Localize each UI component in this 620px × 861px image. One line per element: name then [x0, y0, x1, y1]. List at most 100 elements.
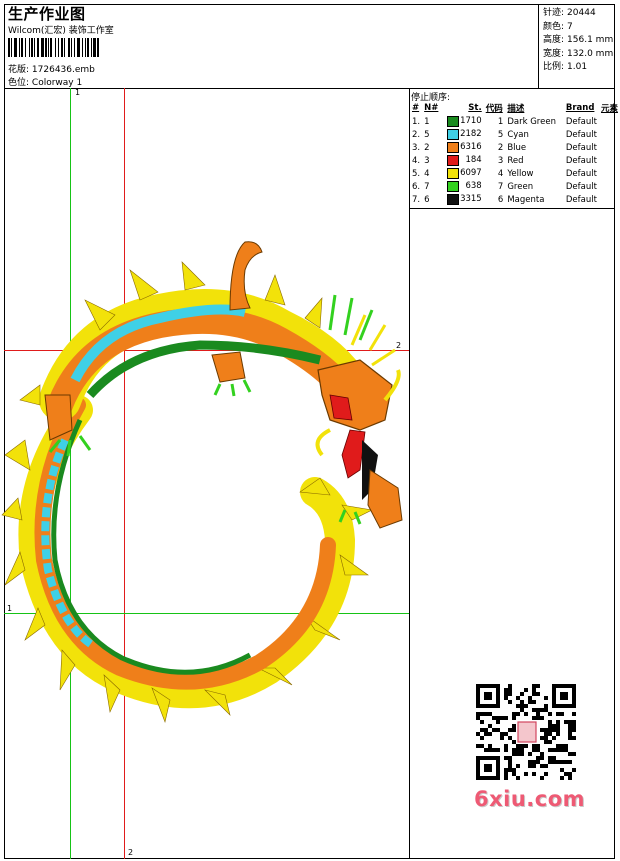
stitch-count: 6097	[445, 167, 483, 180]
qr-module	[532, 764, 536, 768]
barcode-bar	[58, 38, 60, 57]
spec-label: 针迹:	[543, 8, 565, 18]
barcode-bar	[97, 38, 100, 57]
qr-module	[508, 700, 512, 704]
barcode-bar	[18, 38, 20, 57]
qr-module	[560, 768, 564, 772]
qr-module	[504, 744, 508, 748]
qr-module	[480, 744, 484, 748]
qr-module	[536, 716, 540, 720]
qr-module	[540, 776, 544, 780]
qr-module	[572, 752, 576, 756]
barcode-bar	[47, 38, 49, 57]
barcode-bar	[24, 38, 26, 57]
qr-module	[528, 760, 532, 764]
qr-module	[536, 712, 540, 716]
color-description: Red	[507, 155, 524, 166]
qr-module	[532, 760, 536, 764]
qr-module	[556, 720, 560, 724]
thread-brand: Default	[565, 194, 597, 205]
qr-module	[572, 720, 576, 724]
qr-module	[520, 744, 524, 748]
thread-brand: Default	[565, 142, 597, 153]
qr-module	[484, 712, 488, 716]
qr-module	[476, 744, 480, 748]
color-swatch	[447, 181, 460, 192]
spec-value: 1.01	[567, 62, 588, 72]
qr-module	[560, 776, 564, 780]
color-description: Dark Green	[507, 116, 556, 127]
color-code: 7	[497, 181, 504, 192]
qr-module	[512, 712, 516, 716]
qr-module	[504, 696, 508, 700]
qr-module	[520, 748, 524, 752]
spec-value: 132.0 mm	[567, 48, 614, 59]
qr-module	[552, 748, 556, 752]
color-swatch	[447, 168, 460, 179]
qr-module	[568, 772, 572, 776]
qr-module	[540, 752, 544, 756]
qr-module	[504, 692, 508, 696]
qr-module	[516, 704, 520, 708]
qr-module	[496, 716, 500, 720]
color-swatch	[447, 142, 460, 153]
qr-module	[560, 748, 564, 752]
qr-module	[552, 756, 556, 760]
qr-module	[504, 772, 508, 776]
qr-module	[540, 708, 544, 712]
qr-module	[532, 684, 536, 688]
spec-value: 156.1 mm	[567, 35, 614, 45]
qr-module	[556, 732, 560, 736]
col-code: 代码	[485, 104, 503, 114]
needle-number: 6	[424, 194, 430, 205]
qr-module	[516, 776, 520, 780]
spec-divider	[538, 4, 539, 88]
qr-module	[488, 748, 492, 752]
qr-module	[508, 736, 512, 740]
qr-module	[556, 760, 560, 764]
colorway-row: 色位: Colorway 1	[8, 75, 82, 88]
qr-module	[484, 732, 488, 736]
barcode-bar	[31, 38, 34, 57]
color-swatch	[447, 116, 460, 127]
barcode-bar	[60, 38, 63, 57]
qr-module	[532, 708, 536, 712]
qr-module	[572, 768, 576, 772]
qr-module	[564, 760, 568, 764]
spec-row: 颜色: 7	[543, 19, 573, 32]
qr-module	[532, 716, 536, 720]
thread-brand: Default	[565, 129, 597, 140]
qr-module	[524, 704, 528, 708]
qr-module	[568, 776, 572, 780]
barcode-bar	[81, 38, 83, 57]
qr-module	[508, 764, 512, 768]
thread-row: 4. 3 184 3 Red Default	[410, 154, 620, 167]
qr-module	[480, 712, 484, 716]
qr-module	[480, 736, 484, 740]
qr-module	[568, 732, 572, 736]
stitch-count: 2182	[445, 128, 483, 141]
qr-module	[508, 684, 512, 688]
color-code: 6	[497, 194, 504, 205]
qr-module	[512, 752, 516, 756]
qr-module	[560, 692, 568, 700]
row-index: 7.	[412, 194, 421, 205]
qr-module	[516, 752, 520, 756]
qr-module	[536, 684, 540, 688]
needle-number: 3	[424, 155, 430, 166]
barcode-bar	[44, 38, 47, 57]
qr-module	[536, 756, 540, 760]
color-description: Magenta	[507, 194, 545, 205]
qr-module	[484, 692, 492, 700]
spec-value: 20444	[567, 8, 596, 18]
stitch-count: 3315	[445, 193, 483, 206]
qr-module	[484, 728, 488, 732]
qr-module	[528, 696, 532, 700]
color-description: Green	[507, 181, 534, 192]
col-brand: Brand	[565, 103, 595, 113]
row-index: 1.	[412, 116, 421, 127]
stitch-count: 1710	[445, 115, 483, 128]
row-index: 2.	[412, 129, 421, 140]
qr-module	[568, 720, 572, 724]
qr-module	[492, 728, 496, 732]
